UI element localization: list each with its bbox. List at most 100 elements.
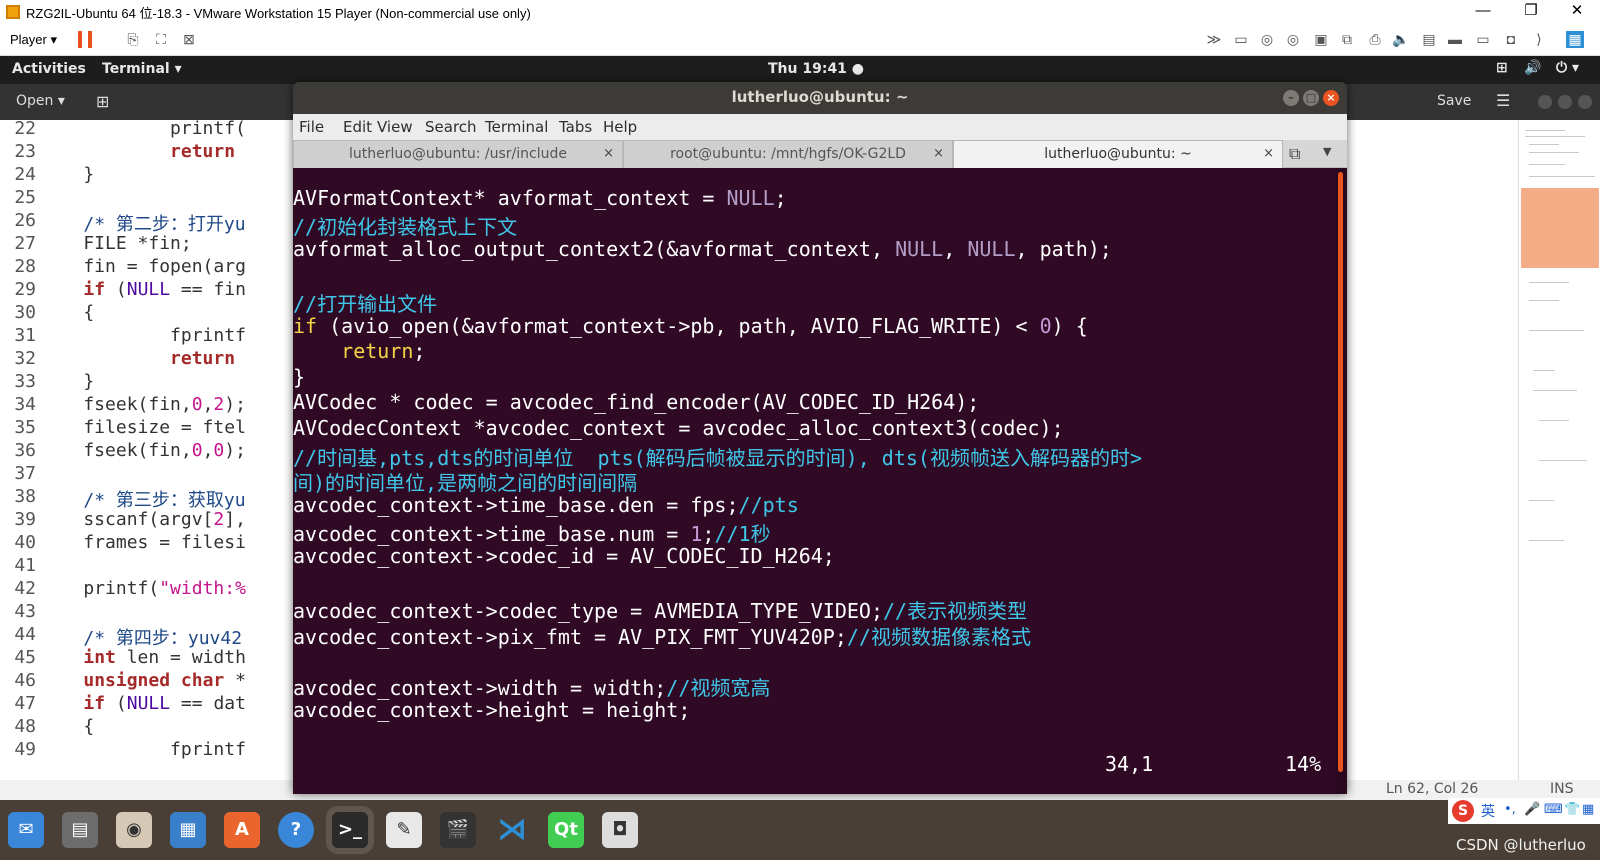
line-number: 43: [14, 601, 36, 622]
vmware-status-icon[interactable]: ▦: [1566, 31, 1584, 48]
code-text: , path);: [1015, 236, 1112, 261]
vscode-icon[interactable]: ⋊: [494, 812, 530, 848]
save-button[interactable]: Save: [1437, 93, 1471, 109]
terminal-title: lutherluo@ubuntu: ~: [731, 88, 909, 106]
line-code: frames = filesi: [40, 532, 246, 553]
tab-dropdown-icon[interactable]: ▼: [1323, 145, 1331, 158]
usb-icon[interactable]: ▤: [1420, 31, 1438, 48]
usb-2-icon[interactable]: ▬: [1446, 31, 1464, 48]
line-number: 28: [14, 256, 36, 277]
terminal-minimize-button[interactable]: –: [1283, 90, 1299, 106]
tab-home[interactable]: lutherluo@ubuntu: ~ ×: [953, 140, 1283, 168]
scrollbar-thumb[interactable]: [1338, 172, 1343, 772]
terminal-maximize-button[interactable]: □: [1303, 90, 1319, 106]
camera-icon[interactable]: ◘: [1502, 31, 1520, 48]
gedit-minimap[interactable]: [1518, 120, 1600, 780]
maximize-button[interactable]: ❐: [1508, 0, 1554, 24]
unity-icon[interactable]: ⊠: [180, 31, 198, 48]
text-editor-icon[interactable]: ✎: [386, 812, 422, 848]
cursor-position[interactable]: Ln 62, Col 26: [1386, 781, 1478, 797]
player-menu-button[interactable]: Player ▾: [10, 32, 57, 48]
writer-icon[interactable]: ▦: [170, 812, 206, 848]
line-code: return: [170, 141, 236, 162]
clock[interactable]: Thu 19:41 ●: [768, 61, 864, 77]
gedit-minimize-button[interactable]: [1538, 95, 1552, 109]
menu-edit[interactable]: Edit: [343, 118, 372, 136]
comment-text: //pts: [738, 492, 799, 517]
network-adapter-icon[interactable]: ⧉: [1338, 31, 1356, 48]
menu-file[interactable]: File: [299, 118, 324, 136]
line-number: 48: [14, 716, 36, 737]
sogou-logo-icon[interactable]: S: [1452, 800, 1474, 822]
code-text: avcodec_context->width = width;: [293, 676, 667, 700]
tab-usr-include[interactable]: lutherluo@ubuntu: /usr/include ×: [293, 140, 623, 168]
send-ctrl-alt-del-icon[interactable]: ⎘: [124, 31, 142, 48]
gedit-maximize-button[interactable]: [1558, 95, 1572, 109]
network-icon[interactable]: ⊞: [1496, 60, 1508, 76]
terminal-title-bar[interactable]: lutherluo@ubuntu: ~ – □ ×: [293, 82, 1347, 114]
code-text: ;: [774, 185, 787, 210]
new-tab-icon[interactable]: ⧉: [1289, 144, 1300, 164]
printer-icon[interactable]: ⎙: [1366, 31, 1384, 48]
terminal-tab-bar: lutherluo@ubuntu: /usr/include × root@ub…: [293, 140, 1347, 168]
fit-guest-icon[interactable]: ⛶: [152, 31, 170, 48]
punctuation-icon[interactable]: •,: [1504, 802, 1516, 817]
more-devices-icon[interactable]: ≫: [1205, 31, 1223, 48]
hard-disk-icon[interactable]: ▭: [1232, 31, 1250, 48]
cd-drive-2-icon[interactable]: ◎: [1284, 31, 1302, 48]
floppy-icon[interactable]: ▣: [1312, 31, 1330, 48]
minimize-button[interactable]: —: [1460, 0, 1506, 24]
ime-mode[interactable]: 英: [1481, 801, 1495, 821]
terminal-scrollbar[interactable]: [1335, 168, 1347, 794]
terminal-dock-icon[interactable]: >_: [332, 812, 368, 848]
minimap-viewport[interactable]: [1521, 188, 1599, 268]
code-text: AVCodec * codec = avcodec_find_encoder(A…: [293, 390, 980, 415]
help-icon[interactable]: ?: [278, 812, 314, 848]
activities-button[interactable]: Activities: [12, 61, 86, 77]
terminal-content[interactable]: 34,1 14% AVFormatContext* avformat_conte…: [293, 168, 1335, 794]
open-button[interactable]: Open ▾: [16, 93, 65, 109]
sound-card-icon[interactable]: 🔈: [1392, 31, 1410, 48]
tab-close-icon[interactable]: ×: [933, 141, 944, 167]
terminal-line: avcodec_context->width = width;//视频宽高: [293, 672, 770, 700]
thunderbird-icon[interactable]: ✉: [8, 812, 44, 848]
terminal-close-button[interactable]: ×: [1323, 90, 1339, 106]
toolbox-icon[interactable]: ▦: [1582, 802, 1594, 817]
menu-help[interactable]: Help: [603, 118, 637, 136]
cd-drive-icon[interactable]: ◎: [1258, 31, 1276, 48]
terminal-line: 间)的时间单位,是两帧之间的时间间隔: [293, 467, 637, 495]
line-code: fin = fopen(arg: [40, 256, 246, 277]
line-code: printf("width:%: [40, 578, 246, 599]
line-number: 31: [14, 325, 36, 346]
tab-close-icon[interactable]: ×: [1263, 141, 1274, 167]
gedit-close-button[interactable]: [1578, 95, 1592, 109]
usb-3-icon[interactable]: ▭: [1474, 31, 1492, 48]
terminal-line: AVCodec * codec = avcodec_find_encoder(A…: [293, 390, 979, 416]
skin-icon[interactable]: 👕: [1564, 802, 1580, 817]
tab-close-icon[interactable]: ×: [603, 141, 614, 167]
hamburger-menu-icon[interactable]: ☰: [1496, 91, 1510, 110]
video-editor-icon[interactable]: 🎬: [440, 812, 476, 848]
menu-tabs[interactable]: Tabs: [559, 118, 592, 136]
line-number: 36: [14, 440, 36, 461]
terminal-line: avformat_alloc_output_context2(&avformat…: [293, 237, 1112, 263]
menu-view[interactable]: View: [377, 118, 413, 136]
keyboard-icon[interactable]: ⌨: [1544, 802, 1563, 817]
new-document-icon[interactable]: ⊞: [96, 92, 109, 111]
rhythmbox-icon[interactable]: ◉: [116, 812, 152, 848]
menu-search[interactable]: Search: [425, 118, 477, 136]
files-icon[interactable]: ▤: [62, 812, 98, 848]
tab-mnt-hgfs[interactable]: root@ubuntu: /mnt/hgfs/OK-G2LD ×: [623, 140, 953, 168]
software-center-icon[interactable]: A: [224, 812, 260, 848]
volume-icon[interactable]: 🔊: [1524, 60, 1541, 76]
pause-icon[interactable]: [78, 31, 92, 48]
menu-terminal[interactable]: Terminal: [485, 118, 548, 136]
voice-icon[interactable]: 🎤: [1524, 802, 1540, 817]
expand-icon[interactable]: ⟩: [1530, 31, 1548, 48]
close-button[interactable]: ✕: [1554, 0, 1600, 24]
screenshot-icon[interactable]: ◘: [602, 812, 638, 848]
qt-creator-icon[interactable]: Qt: [548, 812, 584, 848]
power-icon[interactable]: ⏻ ▾: [1556, 60, 1579, 76]
terminal-app-menu[interactable]: Terminal ▾: [102, 61, 182, 77]
